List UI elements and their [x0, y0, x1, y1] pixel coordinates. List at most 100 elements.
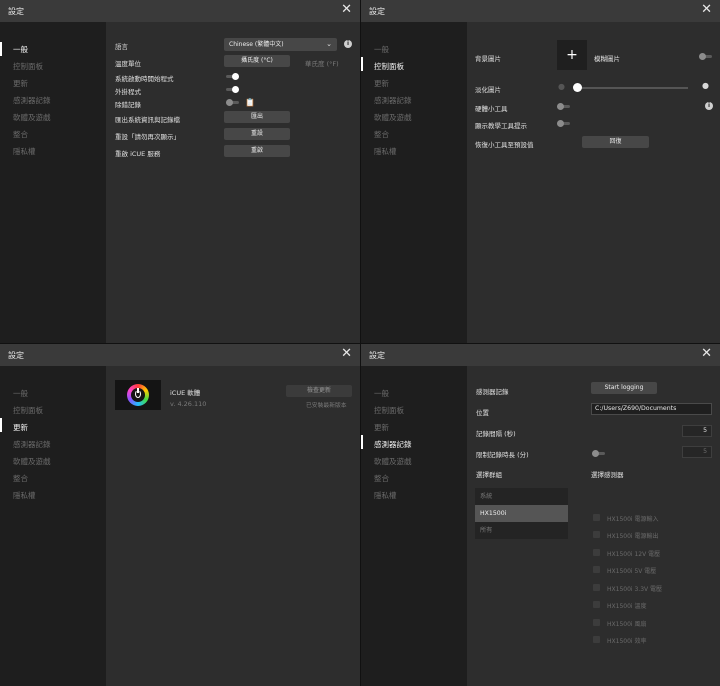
drop-empty-icon: ● — [558, 82, 565, 91]
nav-software-games[interactable]: 軟體及遊戲 — [374, 456, 412, 467]
nav-general[interactable]: 一般 — [374, 44, 389, 55]
content-general: 語言 Chinese (繁體中文) ⌄ i 溫度單位 攝氏度 (°C) 華氏度 … — [106, 22, 360, 343]
show-tips-toggle[interactable] — [557, 120, 570, 127]
group-item[interactable]: 系統 — [475, 488, 568, 505]
nav-update[interactable]: 更新 — [374, 78, 389, 89]
nav-update[interactable]: 更新 — [374, 422, 389, 433]
close-icon[interactable]: ✕ — [701, 346, 712, 362]
nav-integrations[interactable]: 整合 — [374, 473, 389, 484]
bg-image-label: 背景圖片 — [475, 55, 501, 63]
debug-log-toggle[interactable] — [226, 99, 239, 106]
active-indicator — [361, 57, 363, 71]
close-icon[interactable]: ✕ — [701, 2, 712, 18]
startup-toggle[interactable] — [226, 73, 239, 80]
app-version: v. 4.26.110 — [170, 400, 207, 408]
nav-privacy[interactable]: 隱私權 — [374, 490, 397, 501]
sensor-label: HX1500i 溫度 — [607, 603, 647, 610]
info-icon[interactable]: i — [344, 40, 352, 48]
restart-service-label: 重啟 iCUE 服務 — [115, 150, 161, 158]
interval-label: 記錄間隔 (秒) — [476, 430, 516, 438]
nav-sensor-logging[interactable]: 感測器記錄 — [13, 439, 51, 450]
add-image-button[interactable]: + — [557, 40, 587, 70]
sensor-checkbox[interactable] — [593, 584, 600, 591]
sensor-checkbox[interactable] — [593, 514, 600, 521]
group-item-selected[interactable]: HX1500i — [475, 505, 568, 522]
fahrenheit-button[interactable]: 華氏度 (°F) — [305, 58, 339, 68]
nav-dashboard[interactable]: 控制面板 — [13, 405, 43, 416]
sensor-checkbox[interactable] — [593, 636, 600, 643]
title-bar: 設定 ✕ — [0, 0, 360, 22]
nav-general[interactable]: 一般 — [374, 388, 389, 399]
blur-image-toggle[interactable] — [699, 53, 712, 60]
settings-window-general: 設定 ✕ 一般 控制面板 更新 感測器記錄 軟體及遊戲 整合 隱私權 語言 Ch… — [0, 0, 360, 343]
sensor-logging-label: 感測器記錄 — [476, 388, 509, 396]
sensor-checkbox[interactable] — [593, 619, 600, 626]
settings-window-update: 設定 ✕ 一般 控制面板 更新 感測器記錄 軟體及遊戲 整合 隱私權 iCUE … — [0, 343, 360, 686]
window-title: 設定 — [8, 351, 24, 360]
sensor-checkbox[interactable] — [593, 601, 600, 608]
window-title: 設定 — [369, 351, 385, 360]
location-label: 位置 — [476, 409, 489, 417]
group-item[interactable]: 所有 — [475, 522, 568, 539]
start-logging-button[interactable]: Start logging — [591, 382, 657, 394]
nav-integrations[interactable]: 整合 — [13, 129, 28, 140]
reset-button[interactable]: 重設 — [224, 128, 290, 140]
nav-privacy[interactable]: 隱私權 — [374, 146, 397, 157]
export-button[interactable]: 匯出 — [224, 111, 290, 123]
restart-button[interactable]: 重啟 — [224, 145, 290, 157]
sidebar: 一般 控制面板 更新 感測器記錄 軟體及遊戲 整合 隱私權 — [0, 366, 106, 686]
sensor-checkbox[interactable] — [593, 566, 600, 573]
nav-integrations[interactable]: 整合 — [374, 129, 389, 140]
update-status: 已安裝最新版本 — [306, 403, 347, 409]
title-bar: 設定 ✕ — [0, 344, 360, 366]
nav-general[interactable]: 一般 — [13, 44, 28, 55]
window-title: 設定 — [369, 7, 385, 16]
nav-integrations[interactable]: 整合 — [13, 473, 28, 484]
export-label: 匯出系統資訊與記錄檔 — [115, 116, 180, 124]
nav-software-games[interactable]: 軟體及遊戲 — [13, 456, 51, 467]
info-icon[interactable]: i — [705, 102, 713, 110]
celsius-button[interactable]: 攝氏度 (°C) — [224, 55, 290, 67]
plugins-label: 外掛程式 — [115, 88, 141, 96]
nav-sensor-logging[interactable]: 感測器記錄 — [374, 439, 412, 450]
nav-general[interactable]: 一般 — [13, 388, 28, 399]
sensor-label: HX1500i 電源輸入 — [607, 516, 659, 523]
sidebar: 一般 控制面板 更新 感測器記錄 軟體及遊戲 整合 隱私權 — [0, 22, 106, 343]
nav-privacy[interactable]: 隱私權 — [13, 146, 36, 157]
debug-log-label: 除錯記錄 — [115, 101, 141, 109]
nav-sensor-logging[interactable]: 感測器記錄 — [374, 95, 412, 106]
check-updates-button[interactable]: 檢查更新 — [286, 385, 352, 397]
nav-software-games[interactable]: 軟體及遊戲 — [13, 112, 51, 123]
close-icon[interactable]: ✕ — [341, 2, 352, 18]
content-dashboard: 背景圖片 + 模糊圖片 淡化圖片 ● ● 硬體小工具 i 顯示教學工具提示 恢復… — [467, 22, 720, 343]
hw-widgets-label: 硬體小工具 — [475, 105, 508, 113]
fade-image-label: 淡化圖片 — [475, 86, 501, 94]
nav-update[interactable]: 更新 — [13, 422, 28, 433]
location-input[interactable]: C:/Users/Z690/Documents — [591, 403, 712, 415]
nav-update[interactable]: 更新 — [13, 78, 28, 89]
nav-dashboard[interactable]: 控制面板 — [374, 405, 404, 416]
nav-dashboard[interactable]: 控制面板 — [374, 61, 404, 72]
sensor-checkbox[interactable] — [593, 531, 600, 538]
sensor-checkbox[interactable] — [593, 549, 600, 556]
sensor-label: HX1500i 5V 電壓 — [607, 568, 657, 575]
settings-window-dashboard: 設定 ✕ 一般 控制面板 更新 感測器記錄 軟體及遊戲 整合 隱私權 背景圖片 … — [360, 0, 720, 343]
hw-widgets-toggle[interactable] — [557, 103, 570, 110]
clipboard-icon[interactable]: 📋 — [245, 98, 255, 107]
title-bar: 設定 ✕ — [361, 344, 720, 366]
reset-prompts-label: 重設「請勿再次顯示」 — [115, 133, 180, 141]
nav-dashboard[interactable]: 控制面板 — [13, 61, 43, 72]
nav-sensor-logging[interactable]: 感測器記錄 — [13, 95, 51, 106]
nav-software-games[interactable]: 軟體及遊戲 — [374, 112, 412, 123]
fade-slider-knob[interactable] — [573, 83, 582, 92]
nav-privacy[interactable]: 隱私權 — [13, 490, 36, 501]
plugins-toggle[interactable] — [226, 86, 239, 93]
interval-input[interactable]: 5 — [682, 425, 712, 437]
restore-button[interactable]: 回復 — [582, 136, 649, 148]
limit-duration-input[interactable]: 5 — [682, 446, 712, 458]
fade-slider-track[interactable] — [575, 87, 688, 89]
language-select[interactable]: Chinese (繁體中文) ⌄ — [224, 38, 337, 51]
limit-duration-toggle[interactable] — [592, 450, 605, 457]
close-icon[interactable]: ✕ — [341, 346, 352, 362]
restore-widgets-label: 恢復小工具至預設值 — [475, 141, 534, 149]
